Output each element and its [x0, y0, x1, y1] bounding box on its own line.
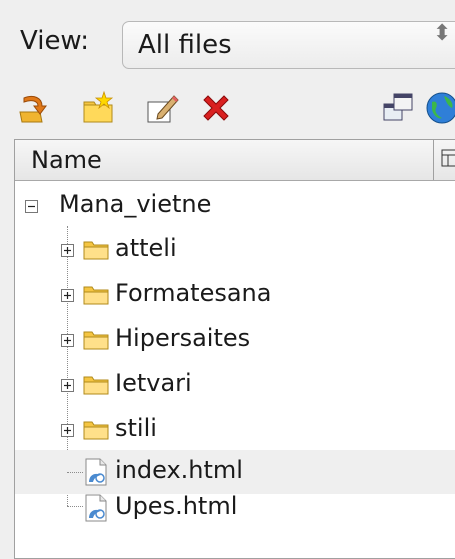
tree-item-file[interactable]: Upes.html	[15, 486, 455, 530]
folder-icon	[83, 331, 109, 350]
view-select-value: All files	[138, 30, 232, 60]
tree-item-label: Hipersaites	[115, 324, 251, 352]
sync-button[interactable]	[380, 90, 416, 126]
expand-icon[interactable]	[61, 334, 74, 347]
globe-icon	[426, 92, 455, 124]
import-site-button[interactable]	[16, 90, 52, 126]
tree-item-label: Upes.html	[115, 492, 238, 520]
delete-button[interactable]	[198, 90, 234, 126]
view-filter-bar: View: All files ⬍	[0, 0, 455, 85]
tree-root-label: Mana_vietne	[59, 190, 212, 218]
name-column-header[interactable]: Name	[31, 146, 102, 174]
view-select[interactable]: All files ⬍	[122, 21, 455, 69]
tree-item-folder[interactable]: stili	[15, 408, 455, 452]
tree-connector-branch	[67, 472, 83, 473]
new-folder-icon	[83, 90, 114, 123]
tree-item-folder[interactable]: Hipersaites	[15, 318, 455, 362]
tree-item-label: index.html	[115, 456, 243, 484]
html-file-icon	[85, 494, 107, 522]
site-file-tree: Name Mana_vietne atteli Formatesana Hipe…	[14, 139, 455, 559]
tree-item-folder[interactable]: Formatesana	[15, 273, 455, 317]
arrow-into-folder-icon	[19, 95, 47, 123]
folder-icon	[83, 241, 109, 260]
new-folder-button[interactable]	[80, 90, 116, 126]
tree-item-label: stili	[115, 414, 157, 442]
expand-icon[interactable]	[61, 244, 74, 257]
red-x-icon	[203, 95, 229, 121]
column-separator[interactable]	[433, 140, 434, 180]
column-picker-icon[interactable]	[441, 148, 455, 170]
site-toolbar	[0, 86, 455, 132]
tree-item-folder[interactable]: Ietvari	[15, 363, 455, 407]
folder-icon	[83, 286, 109, 305]
tree-item-folder[interactable]: atteli	[15, 228, 455, 272]
collapse-icon[interactable]	[25, 200, 38, 213]
expand-icon[interactable]	[61, 379, 74, 392]
tree-item-label: Formatesana	[115, 279, 272, 307]
column-header: Name	[15, 140, 455, 181]
tree-root-row[interactable]: Mana_vietne	[15, 184, 455, 228]
folder-icon	[83, 376, 109, 395]
select-arrows-icon: ⬍	[433, 21, 452, 46]
tree-item-label: Ietvari	[115, 369, 192, 397]
edit-pencil-icon	[147, 95, 179, 123]
tree-item-label: atteli	[115, 234, 177, 262]
two-windows-icon	[383, 93, 413, 121]
html-file-icon	[85, 458, 107, 486]
expand-icon[interactable]	[61, 424, 74, 437]
view-label: View:	[20, 26, 90, 56]
folder-icon	[83, 421, 109, 440]
rename-button[interactable]	[144, 90, 180, 126]
publish-button[interactable]	[424, 90, 455, 126]
expand-icon[interactable]	[61, 289, 74, 302]
